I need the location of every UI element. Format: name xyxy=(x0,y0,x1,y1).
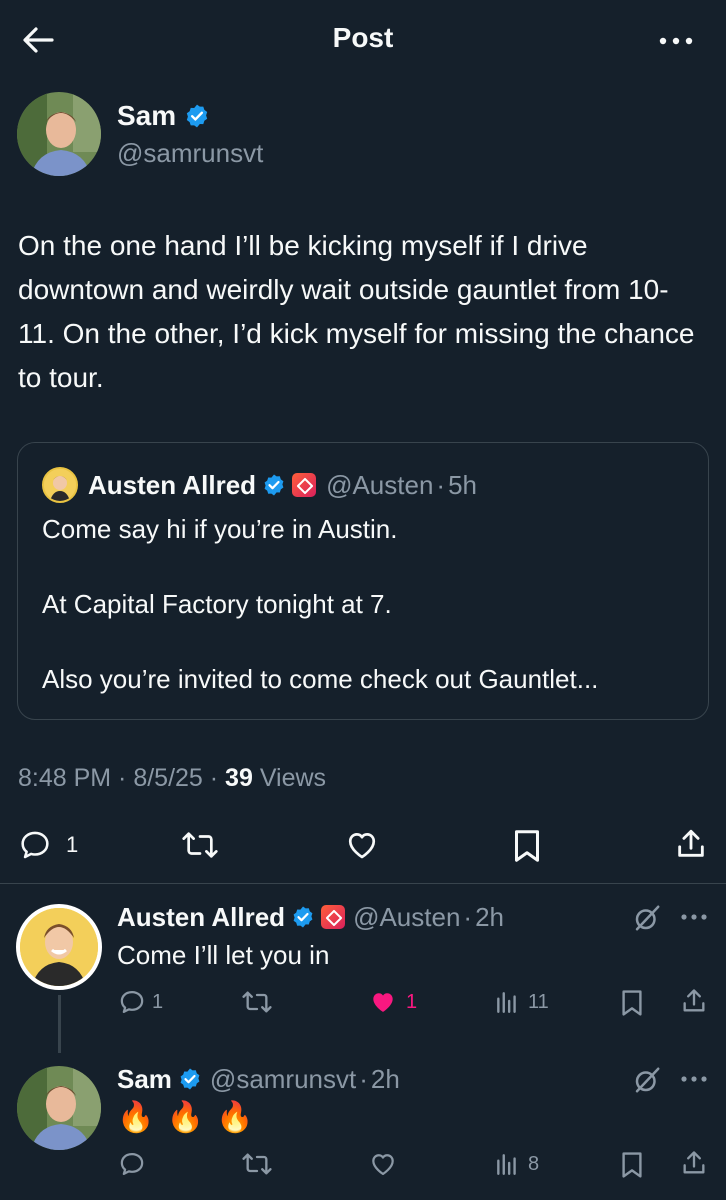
quote-line: Also you’re invited to come check out Ga… xyxy=(42,664,599,694)
reply-time: 2h xyxy=(370,1063,400,1094)
verified-icon xyxy=(184,103,210,129)
affiliate-badge-icon xyxy=(321,905,346,929)
thread-line xyxy=(58,995,61,1053)
reply-text: Come I’ll let you in xyxy=(117,940,330,970)
like-button[interactable] xyxy=(368,1150,398,1178)
reply-icon xyxy=(21,831,49,859)
reply-count: 1 xyxy=(152,990,164,1013)
post-timestamp: 8:48 PM · 8/5/25 · xyxy=(18,764,226,792)
reply-author-name[interactable]: Austen Allred xyxy=(117,902,285,933)
avatar[interactable] xyxy=(16,904,102,990)
avatar[interactable] xyxy=(17,1066,101,1150)
like-button[interactable] xyxy=(344,828,380,862)
quote-avatar xyxy=(42,467,78,503)
reply-author-name[interactable]: Sam xyxy=(117,1064,172,1095)
views-count[interactable]: 39 xyxy=(225,764,253,792)
quote-text: Come say hi if you’re in Austin. At Capi… xyxy=(42,511,692,698)
quoted-post[interactable]: Austen Allred @Austen · 5h Come say hi i… xyxy=(17,442,709,720)
bookmark-button[interactable] xyxy=(620,988,644,1018)
retweet-button[interactable] xyxy=(240,1150,274,1178)
reply-button[interactable]: 1 xyxy=(18,828,78,862)
retweet-icon xyxy=(242,1153,272,1175)
bookmark-button[interactable] xyxy=(512,828,542,864)
share-icon xyxy=(683,989,705,1012)
like-button[interactable]: 1 xyxy=(368,988,417,1016)
page-title: Post xyxy=(332,22,394,53)
reply-actions: 8 xyxy=(0,1150,726,1180)
views-label: Views xyxy=(259,764,327,792)
separator-dot: · xyxy=(359,1063,368,1094)
view-count: 11 xyxy=(528,990,549,1013)
avatar[interactable] xyxy=(17,92,101,176)
retweet-button[interactable] xyxy=(240,988,274,1016)
reply-button[interactable] xyxy=(118,1150,146,1178)
divider xyxy=(0,883,726,884)
share-button[interactable] xyxy=(680,986,708,1016)
affiliate-badge-icon xyxy=(292,473,317,497)
like-count: 1 xyxy=(406,990,418,1013)
verified-icon xyxy=(178,1067,202,1091)
more-icon[interactable] xyxy=(680,1072,708,1086)
quote-time: 5h xyxy=(448,469,477,500)
views-icon xyxy=(497,992,516,1013)
post-actions: 1 xyxy=(0,826,726,866)
reply-time: 2h xyxy=(475,901,504,932)
like-icon xyxy=(373,993,393,1012)
post-meta: 8:48 PM · 8/5/25 · 39 Views xyxy=(18,764,326,793)
like-icon xyxy=(348,833,376,859)
separator-dot: · xyxy=(436,469,446,500)
bookmark-button[interactable] xyxy=(620,1150,644,1180)
retweet-button[interactable] xyxy=(180,828,220,862)
views-button[interactable]: 8 xyxy=(494,1150,539,1178)
share-icon xyxy=(683,1151,705,1174)
reply-count: 1 xyxy=(66,832,79,857)
grok-icon[interactable] xyxy=(632,903,662,933)
grok-icon[interactable] xyxy=(632,1065,662,1095)
reply-button[interactable]: 1 xyxy=(118,988,163,1016)
reply-author-handle[interactable]: @samrunsvt xyxy=(210,1064,356,1095)
share-button[interactable] xyxy=(674,826,708,862)
quote-author-name: Austen Allred xyxy=(88,469,257,500)
verified-icon xyxy=(291,905,315,929)
retweet-icon xyxy=(242,991,272,1013)
author-handle[interactable]: @samrunsvt xyxy=(117,138,263,169)
retweet-icon xyxy=(182,832,218,858)
verified-icon xyxy=(262,473,286,497)
reply-text: 🔥 🔥 🔥 xyxy=(117,1101,256,1134)
more-icon[interactable] xyxy=(656,26,696,56)
reply-header: Sam @samrunsvt · 2h xyxy=(117,1060,400,1098)
reply-actions: 1 1 11 xyxy=(0,988,726,1018)
quote-line: Come say hi if you’re in Austin. xyxy=(42,514,398,544)
reply-author-handle[interactable]: @Austen xyxy=(353,902,460,933)
reply-header: Austen Allred @Austen · 2h xyxy=(117,898,504,936)
separator-dot: · xyxy=(463,901,473,932)
quote-author-handle: @Austen xyxy=(326,469,434,500)
post-text: On the one hand I’ll be kicking myself i… xyxy=(18,230,695,393)
views-button[interactable]: 11 xyxy=(494,988,549,1016)
share-button[interactable] xyxy=(680,1148,708,1178)
share-icon xyxy=(678,829,704,857)
like-icon xyxy=(372,1154,394,1176)
bookmark-icon xyxy=(622,1152,642,1178)
more-icon[interactable] xyxy=(680,910,708,924)
reply-icon xyxy=(120,990,144,1014)
bookmark-icon xyxy=(515,830,539,862)
view-count: 8 xyxy=(528,1152,540,1175)
author-name[interactable]: Sam xyxy=(117,100,176,132)
quote-line: At Capital Factory tonight at 7. xyxy=(42,589,392,619)
bookmark-icon xyxy=(622,990,642,1016)
reply-icon xyxy=(120,1152,144,1176)
views-icon xyxy=(497,1154,516,1175)
